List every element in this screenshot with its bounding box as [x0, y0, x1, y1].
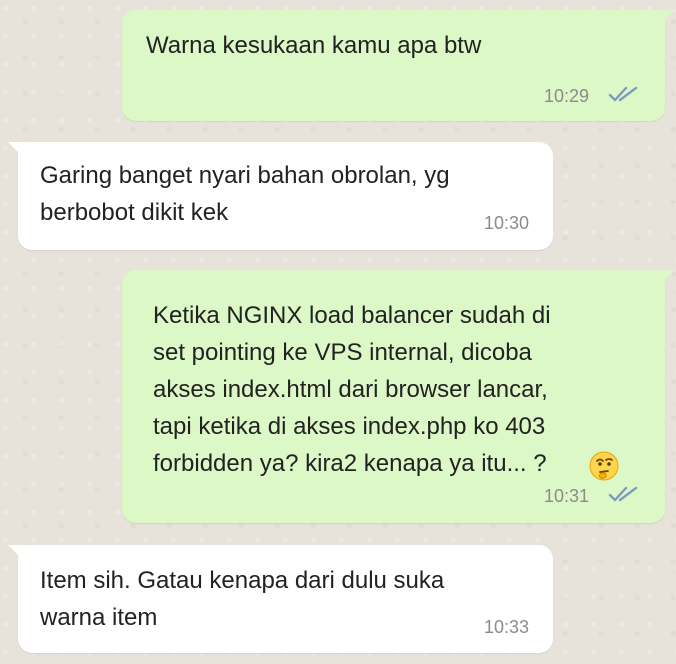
message-time: 10:31 — [544, 486, 590, 506]
bubble-tail — [655, 10, 675, 30]
message-text: Ketika NGINX load balancer sudah di set … — [153, 302, 551, 477]
message-text: Item sih. Gatau kenapa dari dulu suka wa… — [40, 567, 445, 631]
message-text: Warna kesukaan kamu apa btw — [146, 32, 482, 59]
double-check-icon — [608, 86, 638, 102]
bubble-tail — [655, 270, 675, 290]
message-time: 10:30 — [484, 213, 530, 233]
message-incoming-1[interactable]: Garing banget nyari bahan obrolan, yg be… — [8, 142, 553, 250]
message-incoming-2[interactable]: Item sih. Gatau kenapa dari dulu suka wa… — [8, 545, 553, 653]
double-check-icon — [608, 486, 638, 502]
thinking-face-emoji — [589, 451, 619, 481]
chat-background: Warna kesukaan kamu apa btw 10:29 Garing… — [0, 0, 676, 664]
message-text: Garing banget nyari bahan obrolan, yg be… — [40, 162, 450, 226]
message-outgoing-2[interactable]: Ketika NGINX load balancer sudah di set … — [122, 270, 675, 523]
bubble-tail — [8, 545, 28, 565]
message-time: 10:29 — [544, 86, 590, 106]
message-time: 10:33 — [484, 617, 530, 637]
message-outgoing-1[interactable]: Warna kesukaan kamu apa btw 10:29 — [122, 10, 675, 121]
bubble-tail — [8, 142, 28, 162]
